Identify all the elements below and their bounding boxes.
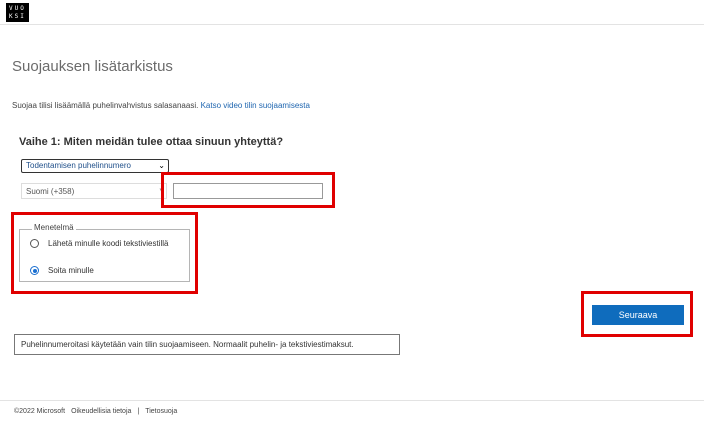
intro-text: Suojaa tilisi lisäämällä puhelinvahvistu… xyxy=(12,101,310,110)
country-code-select[interactable]: Suomi (+358) ▾ xyxy=(21,183,167,199)
page-title: Suojauksen lisätarkistus xyxy=(12,58,173,75)
footer-separator: | xyxy=(137,408,140,415)
chevron-down-icon: ▾ xyxy=(159,187,163,194)
next-button[interactable]: Seuraava xyxy=(592,305,684,325)
method-legend: Menetelmä xyxy=(32,223,76,232)
radio-option-call-me[interactable]: Soita minulle xyxy=(30,266,94,275)
radio-button[interactable] xyxy=(30,239,39,248)
intro-description: Suojaa tilisi lisäämällä puhelinvahvistu… xyxy=(12,101,199,110)
verification-method-value: Todentamisen puhelinnumero xyxy=(26,161,131,170)
top-bar: VUO KSI xyxy=(0,0,704,25)
legal-link[interactable]: Oikeudellisia tietoja xyxy=(71,408,131,415)
footer: ©2022 Microsoft Oikeudellisia tietoja | … xyxy=(14,408,177,415)
step-heading: Vaihe 1: Miten meidän tulee ottaa sinuun… xyxy=(19,136,284,148)
footer-divider xyxy=(0,400,704,401)
video-link[interactable]: Katso video tilin suojaamisesta xyxy=(201,101,310,110)
radio-label: Lähetä minulle koodi tekstiviestillä xyxy=(48,239,169,248)
company-logo: VUO KSI xyxy=(6,3,29,22)
logo-line-2: KSI xyxy=(9,13,26,20)
info-notice: Puhelinnumeroitasi käytetään vain tilin … xyxy=(14,334,400,355)
radio-button-selected[interactable] xyxy=(30,266,39,275)
radio-label: Soita minulle xyxy=(48,266,94,275)
logo-line-1: VUO xyxy=(9,5,26,12)
chevron-down-icon: ⌄ xyxy=(158,161,165,170)
radio-option-text-message[interactable]: Lähetä minulle koodi tekstiviestillä xyxy=(30,239,169,248)
verification-method-select[interactable]: Todentamisen puhelinnumero ⌄ xyxy=(21,159,169,173)
phone-number-input[interactable] xyxy=(173,183,323,199)
privacy-link[interactable]: Tietosuoja xyxy=(145,408,177,415)
copyright-text: ©2022 Microsoft xyxy=(14,408,66,415)
country-code-value: Suomi (+358) xyxy=(26,187,75,196)
